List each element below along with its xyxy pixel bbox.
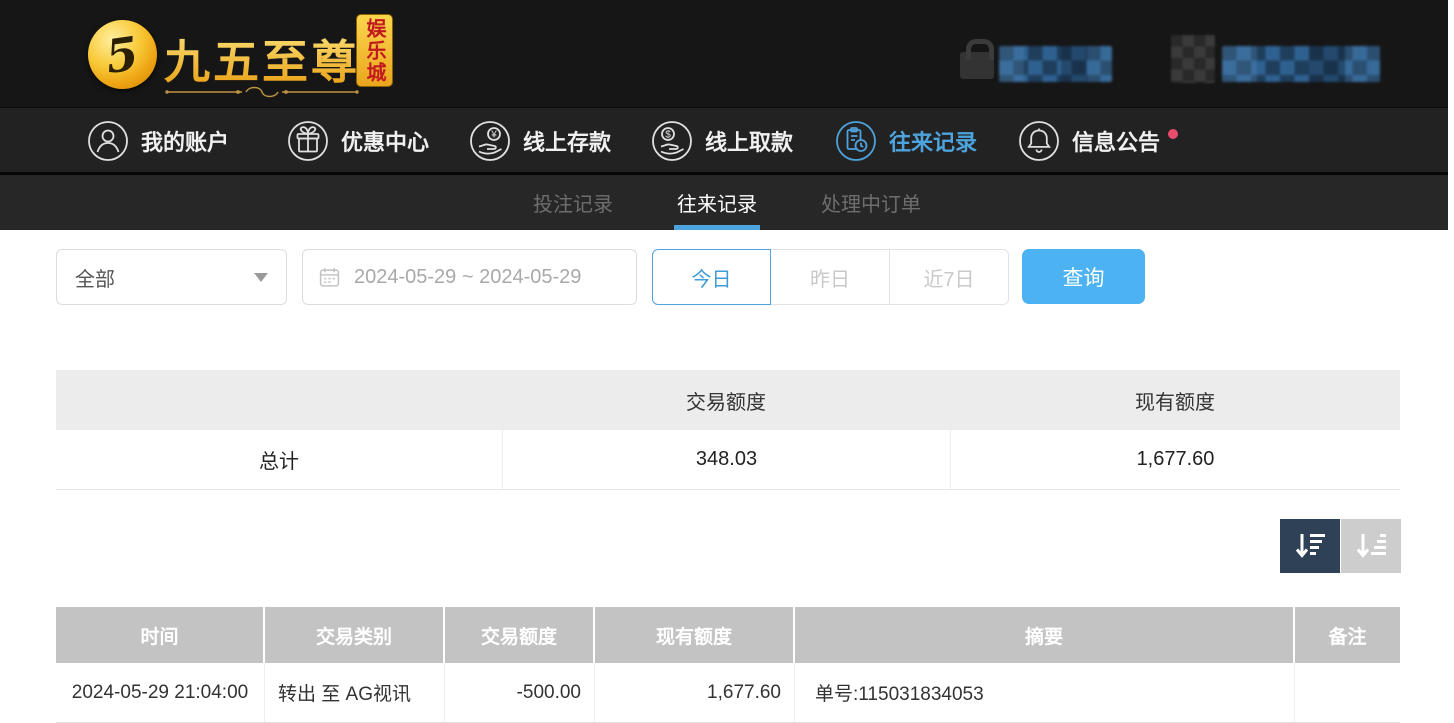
main-nav: 我的账户 优惠中心 ¥ 线上存款 $ 线上取款 往来记录 信息公告 [0,107,1454,172]
sort-descending-icon [1295,534,1325,558]
tab-label: 处理中订单 [821,194,921,216]
quick-range-group: 今日 昨日 近7日 [652,249,1009,305]
nav-item-my-account[interactable]: 我的账户 [86,108,229,173]
nav-item-transaction-records[interactable]: 往来记录 [834,108,977,173]
deposit-icon: ¥ [468,119,512,163]
summary-col-transaction-amount: 交易额度 [686,391,766,414]
quick-range-today[interactable]: 今日 [652,249,771,305]
date-range-input[interactable]: 2024-05-29 ~ 2024-05-29 [302,249,637,305]
date-range-value: 2024-05-29 ~ 2024-05-29 [354,265,582,288]
transaction-type-select[interactable]: 全部 [56,249,287,305]
nav-item-label: 优惠中心 [341,129,430,155]
records-col-time: 时间 [56,607,265,663]
user-icon [86,119,130,163]
bell-icon [1017,119,1061,163]
sub-tab-bar: 投注记录 往来记录 处理中订单 [0,175,1454,230]
notification-dot [1168,129,1179,139]
page: 5 九五至尊 娱乐城 我的账户 优惠中心 ¥ 线上存款 $ 线上取款 往来记录 … [0,0,1454,723]
sort-button-group [1280,519,1401,573]
nav-item-label: 线上存款 [523,129,612,155]
nav-item-promotions[interactable]: 优惠中心 [286,108,429,173]
summary-col-current-balance: 现有额度 [1135,391,1215,414]
record-amount: -500.00 [445,663,595,722]
nav-item-label: 往来记录 [889,129,978,155]
tab-betting-records[interactable]: 投注记录 [529,175,617,230]
records-col-transaction-amount: 交易额度 [445,607,595,663]
record-time: 2024-05-29 21:04:00 [56,663,265,722]
nav-item-withdraw[interactable]: $ 线上取款 [650,108,793,173]
scrollbar-track[interactable] [1448,0,1454,230]
selected-option: 全部 [75,268,115,291]
summary-table-header: 交易额度 现有额度 [56,370,1400,430]
records-col-current-balance: 现有额度 [595,607,795,663]
nav-item-deposit[interactable]: ¥ 线上存款 [468,108,611,173]
records-col-summary: 摘要 [795,607,1295,663]
svg-text:$: $ [665,129,671,140]
quick-range-last7days[interactable]: 近7日 [890,249,1009,305]
top-header: 5 九五至尊 娱乐城 [0,0,1454,107]
brand-flourish-icon [165,86,359,98]
gift-icon [286,119,330,163]
tab-label: 投注记录 [533,194,613,216]
records-icon [834,119,878,163]
blurred-username[interactable] [1222,46,1380,82]
query-button[interactable]: 查询 [1022,249,1145,304]
svg-text:¥: ¥ [490,129,497,140]
summary-total-row: 总计 348.03 1,677.60 [56,430,1400,490]
brand-logo-icon: 5 [88,20,157,89]
records-col-type: 交易类别 [265,607,445,663]
blurred-avatar[interactable] [1171,35,1215,83]
quick-range-yesterday[interactable]: 昨日 [771,249,890,305]
brand-badge: 娱乐城 [356,14,393,87]
records-col-remark: 备注 [1328,626,1367,648]
nav-item-announcements[interactable]: 信息公告 [1017,108,1179,173]
withdraw-icon: $ [650,119,694,163]
summary-col-empty [56,370,502,430]
sort-ascending-icon [1356,534,1386,558]
calendar-icon [319,267,340,287]
records-table-header: 时间 交易类别 交易额度 现有额度 摘要 备注 [56,607,1400,663]
summary-transaction-amount: 348.03 [502,430,950,489]
sort-descending-button[interactable] [1280,519,1340,573]
record-balance: 1,677.60 [595,663,795,722]
sort-ascending-button[interactable] [1341,519,1401,573]
tab-label: 往来记录 [677,194,757,216]
nav-item-label: 我的账户 [141,129,230,155]
brand-name: 九五至尊 [164,26,360,92]
record-type: 转出 至 AG视讯 [265,663,445,722]
record-remark [1295,663,1400,722]
nav-item-label: 信息公告 [1072,129,1161,155]
tab-processing-orders[interactable]: 处理中订单 [817,175,925,230]
record-summary: 单号:115031834053 [795,663,1295,722]
tab-transaction-records[interactable]: 往来记录 [673,175,761,230]
blurred-balance[interactable] [999,46,1112,82]
summary-current-balance: 1,677.60 [950,430,1400,489]
brand-logo[interactable]: 5 九五至尊 娱乐城 [88,12,398,102]
brand-logo-glyph: 5 [102,25,143,84]
table-row: 2024-05-29 21:04:00 转出 至 AG视讯 -500.00 1,… [56,663,1400,723]
summary-total-label: 总计 [259,451,299,473]
lock-icon [960,39,994,79]
chevron-down-icon [254,272,268,282]
nav-item-label: 线上取款 [705,129,794,155]
